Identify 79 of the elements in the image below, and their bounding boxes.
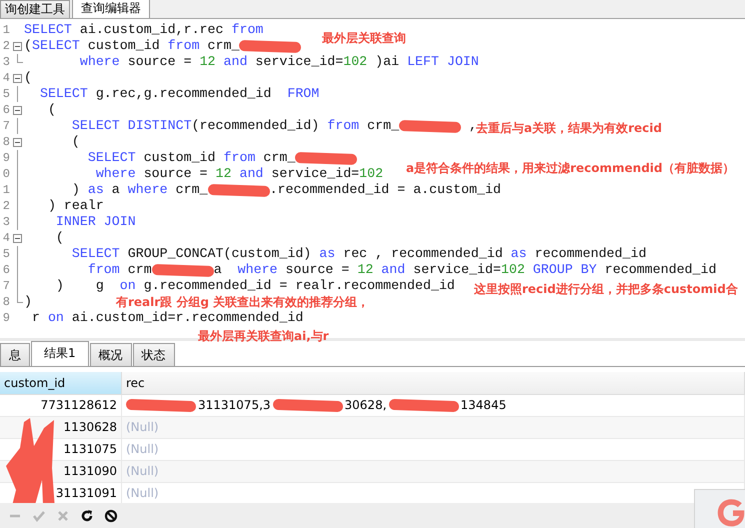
annotation-note: 有realr跟 分组g 关联查出来有效的推荐分组， <box>116 295 370 309</box>
line-number: 4 <box>2 71 10 85</box>
line-number: 2 <box>2 199 10 213</box>
redaction-mark <box>272 398 343 412</box>
redaction-mark <box>398 119 462 133</box>
code-text: where source = 12 and service_id=102 )ai LEFT JOIN <box>78 54 479 70</box>
line-number: 3 <box>2 55 10 69</box>
result-tab[interactable]: 结果1 <box>31 341 89 366</box>
result-tab[interactable]: 息 <box>0 343 30 366</box>
code-text: SELECT GROUP_CONCAT(custom_id) as rec , recommended_id as recommended_id <box>70 246 646 262</box>
cell-text: 31131075,3 <box>198 397 271 414</box>
line-number: 3 <box>2 215 10 229</box>
column-header[interactable]: rec <box>122 372 745 394</box>
annotation-note: 最外层关联查询 <box>322 31 406 45</box>
redaction-mark <box>126 398 196 412</box>
line-number: 6 <box>2 263 10 277</box>
fold-toggle-icon[interactable] <box>12 74 22 82</box>
line-number: 0 <box>2 167 10 181</box>
line-number: 1 <box>2 23 10 37</box>
code-text: SELECT g.rec,g.recommended_id FROM <box>38 86 320 102</box>
line-number: 5 <box>2 87 10 101</box>
annotation-note: 去重后与a关联，结果为有效recid <box>476 121 662 135</box>
code-text: (SELECT custom_id from crm_ <box>24 38 240 54</box>
fold-end-icon <box>16 54 22 63</box>
line-number: 6 <box>2 103 10 117</box>
cell-text: (Null) <box>126 441 159 458</box>
code-text: , <box>468 118 478 133</box>
line-number: 9 <box>2 151 10 165</box>
annotation-note: 这里按照recid进行分组，并把多条customid合 <box>474 282 738 296</box>
cell-text: 134845 <box>460 397 506 414</box>
code-text: SELECT custom_id from crm_ <box>86 150 296 166</box>
code-text: ( <box>54 230 64 246</box>
code-text: .recommended_id = a.custom_id <box>270 182 501 198</box>
table-cell: 7731128612 <box>0 395 122 416</box>
result-tab[interactable]: 概况 <box>90 343 132 366</box>
editor-tab[interactable]: 询创建工具 <box>0 0 70 18</box>
code-text: ) <box>24 294 32 310</box>
code-text: r on ai.custom_id=r.recommended_id <box>30 310 304 326</box>
cell-text: (Null) <box>126 463 159 480</box>
fold-toggle-icon[interactable] <box>12 42 22 50</box>
redaction-mark <box>152 263 214 277</box>
line-number: 2 <box>2 39 10 53</box>
line-number: 8 <box>2 135 10 149</box>
editor-tab[interactable]: 查询编辑器 <box>72 0 150 18</box>
line-number: 1 <box>2 183 10 197</box>
code-text: ) realr <box>46 198 104 214</box>
annotation-note: a是符合条件的结果，用来过滤recommendid（有脏数据） <box>406 161 734 175</box>
column-header[interactable]: custom_id <box>0 372 122 394</box>
redaction-mark <box>239 39 302 53</box>
refresh-icon[interactable] <box>80 508 94 522</box>
annotation-note: 最外层再关联查询ai,与r <box>198 329 329 343</box>
fold-toggle-icon[interactable] <box>12 234 22 242</box>
code-text: ( <box>70 134 80 150</box>
stop-icon[interactable] <box>104 508 118 522</box>
line-number: 7 <box>2 279 10 293</box>
cell-text: (Null) <box>126 485 159 502</box>
code-text: ) as a where crm_ <box>70 182 208 198</box>
fold-toggle-icon[interactable] <box>12 106 22 114</box>
code-text: from crm <box>86 262 152 278</box>
code-text: ( <box>46 102 56 118</box>
code-text: a where source = 12 and service_id=102 GROUP BY recommended_id <box>214 262 716 278</box>
code-text: INNER JOIN <box>54 214 136 230</box>
code-text: SELECT DISTINCT(recommended_id) from crm_ <box>70 118 400 134</box>
line-number: 7 <box>2 119 10 133</box>
line-number: 9 <box>2 311 10 325</box>
code-text: where source = 12 and service_id=102 <box>94 166 384 182</box>
line-number: 4 <box>2 231 10 245</box>
line-number: 5 <box>2 247 10 261</box>
fold-toggle-icon[interactable] <box>12 138 22 146</box>
cell-text: 30628, <box>344 397 387 414</box>
code-text: ( <box>24 70 32 86</box>
line-number: 8 <box>2 295 10 309</box>
redaction-mark <box>295 151 358 165</box>
code-text: ) g on g.recommended_id = realr.recommended_id <box>54 278 455 294</box>
code-text: SELECT ai.custom_id,r.rec from <box>24 22 264 38</box>
cell-text: (Null) <box>126 419 159 436</box>
result-tab[interactable]: 状态 <box>132 343 175 366</box>
redaction-mark <box>207 183 270 197</box>
redaction-mark <box>388 398 459 412</box>
